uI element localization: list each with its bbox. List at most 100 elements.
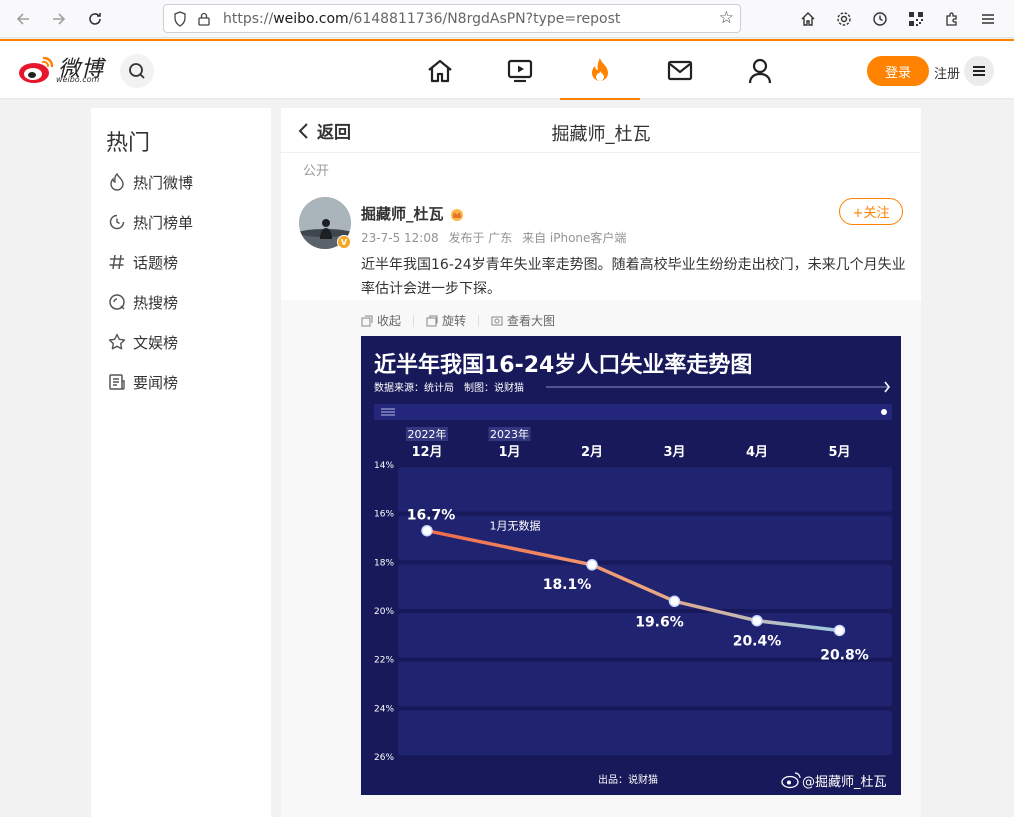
data-point	[751, 614, 763, 627]
chart-watermark: @掘藏师_杜瓦	[802, 775, 887, 790]
weibo-logo[interactable]: 微博 weibo.com	[18, 53, 103, 85]
visibility-label: 公开	[303, 164, 330, 179]
data-point	[421, 524, 433, 537]
home-icon[interactable]	[790, 1, 826, 37]
collapse-button[interactable]: 收起	[361, 312, 401, 329]
author-name[interactable]: 掘藏师_杜瓦	[361, 203, 465, 224]
reload-icon[interactable]	[77, 1, 113, 37]
follow-button[interactable]: +关注	[839, 198, 903, 225]
sidebar-item-label: 文娱榜	[133, 333, 179, 352]
data-label: 19.6%	[635, 614, 684, 630]
url-text[interactable]: https://weibo.com/6148811736/N8rgdAsPN?t…	[223, 11, 620, 27]
settings-gear-icon[interactable]	[826, 1, 862, 37]
post-time[interactable]: 23-7-5 12:08	[361, 231, 439, 245]
data-label: 20.4%	[733, 634, 782, 650]
nav-home[interactable]	[400, 41, 480, 100]
strip-dot	[881, 409, 887, 415]
home-icon	[428, 59, 452, 82]
sidebar-item-label: 热门榜单	[133, 213, 194, 232]
collapse-icon	[361, 315, 373, 326]
nav-messages[interactable]	[640, 41, 720, 100]
search-circle-icon	[107, 292, 127, 312]
post-detail: 返回 掘藏师_杜瓦 公开 V 掘藏师_杜瓦 23-7-5 12:08 发布于 广…	[281, 108, 921, 817]
rotate-label: 旋转	[442, 314, 467, 328]
logo-subtext: weibo.com	[56, 75, 100, 84]
sidebar-item-hot-search[interactable]: 热搜榜	[107, 290, 267, 314]
sidebar-item-hot-list[interactable]: 热门榜单	[107, 210, 267, 234]
sidebar-item-hot-weibo[interactable]: 热门微博	[107, 170, 267, 194]
data-point	[586, 559, 598, 571]
star-icon	[107, 332, 127, 352]
main-nav	[400, 41, 800, 100]
chart-scroll-strip	[374, 404, 892, 420]
back-arrow-icon[interactable]	[5, 1, 41, 37]
sidebar-item-topics[interactable]: 话题榜	[107, 250, 267, 274]
hashtag-icon	[107, 252, 127, 272]
app-menu-icon[interactable]	[970, 1, 1006, 37]
history-clock-icon[interactable]	[862, 1, 898, 37]
search-button[interactable]	[120, 54, 154, 88]
weibo-eye-icon	[19, 56, 54, 83]
data-label: 16.7%	[407, 508, 456, 524]
chart-title: 近半年我国16-24岁人口失业率走势图	[374, 352, 752, 378]
address-bar[interactable]: https://weibo.com/6148811736/N8rgdAsPN?t…	[163, 4, 741, 33]
collapse-label: 收起	[377, 314, 402, 328]
nav-hot[interactable]	[560, 41, 640, 100]
lock-icon[interactable]	[193, 8, 215, 30]
grid-band	[398, 661, 892, 707]
shield-icon[interactable]	[169, 8, 191, 30]
y-tick-label: 20%	[374, 607, 394, 617]
nav-profile[interactable]	[720, 41, 800, 100]
post-location: 发布于 广东	[448, 231, 513, 245]
forward-arrow-icon[interactable]	[41, 1, 77, 37]
news-icon	[107, 372, 127, 392]
nav-video[interactable]	[480, 41, 560, 100]
author-name-text: 掘藏师_杜瓦	[361, 205, 444, 223]
browser-toolbar: https://weibo.com/6148811736/N8rgdAsPN?t…	[0, 0, 1014, 38]
chart-subtitle: 数据来源：统计局 制图：说财猫	[374, 381, 524, 394]
menu-button[interactable]	[964, 56, 994, 86]
site-header: 微博 weibo.com 登录 注册	[0, 39, 1014, 100]
data-point	[668, 595, 681, 608]
x-tick-label: 1月	[498, 445, 520, 460]
chart-footer: 出品：说财猫	[598, 773, 658, 786]
register-link[interactable]: 注册	[934, 63, 960, 82]
sidebar-title: 热门	[106, 131, 151, 156]
login-button[interactable]: 登录	[867, 56, 929, 86]
grid-band	[398, 710, 892, 755]
sidebar-item-label: 热门微博	[133, 173, 194, 192]
data-label: 20.8%	[820, 647, 869, 663]
rotate-button[interactable]: 旋转	[426, 312, 466, 329]
x-tick-label: 3月	[663, 445, 685, 460]
post-image-chart[interactable]: 近半年我国16-24岁人口失业率走势图 数据来源：统计局 制图：说财猫 12月 1…	[361, 336, 901, 795]
flame-icon	[107, 172, 127, 192]
sidebar-item-news[interactable]: 要闻榜	[107, 370, 267, 394]
sidebar-item-entertainment[interactable]: 文娱榜	[107, 330, 267, 354]
clock-icon	[107, 212, 127, 232]
post-meta: 23-7-5 12:08 发布于 广东 来自 iPhone客户端	[361, 229, 632, 246]
view-large-label: 查看大图	[507, 314, 556, 328]
extensions-puzzle-icon[interactable]	[934, 1, 970, 37]
x-tick-label: 4月	[746, 445, 768, 460]
post-header: 返回 掘藏师_杜瓦	[281, 108, 921, 153]
y-tick-label: 22%	[374, 656, 394, 666]
verified-badge-icon: V	[337, 235, 351, 249]
post-text: 近半年我国16-24岁青年失业率走势图。随着高校毕业生纷纷走出校门，未来几个月失…	[361, 257, 906, 297]
view-large-button[interactable]: 查看大图	[491, 312, 555, 329]
data-point	[833, 624, 846, 637]
y-tick-label: 24%	[374, 704, 394, 714]
data-label: 18.1%	[543, 577, 592, 593]
flame-icon	[592, 57, 608, 81]
y-tick-label: 26%	[374, 753, 394, 763]
grid-band	[398, 515, 892, 561]
unemployment-line-chart: 近半年我国16-24岁人口失业率走势图 数据来源：统计局 制图：说财猫 12月 1…	[374, 352, 892, 790]
year-label: 2022年	[408, 427, 447, 441]
annotation-jan-no-data: 1月无数据	[490, 519, 541, 533]
search-icon	[129, 63, 145, 79]
bookmark-star-icon[interactable]: ☆	[719, 8, 734, 28]
page-title: 掘藏师_杜瓦	[551, 124, 651, 145]
qr-code-icon[interactable]	[898, 1, 934, 37]
year-label: 2023年	[490, 427, 529, 441]
mail-icon	[667, 60, 693, 80]
sidebar-item-label: 话题榜	[133, 253, 179, 272]
